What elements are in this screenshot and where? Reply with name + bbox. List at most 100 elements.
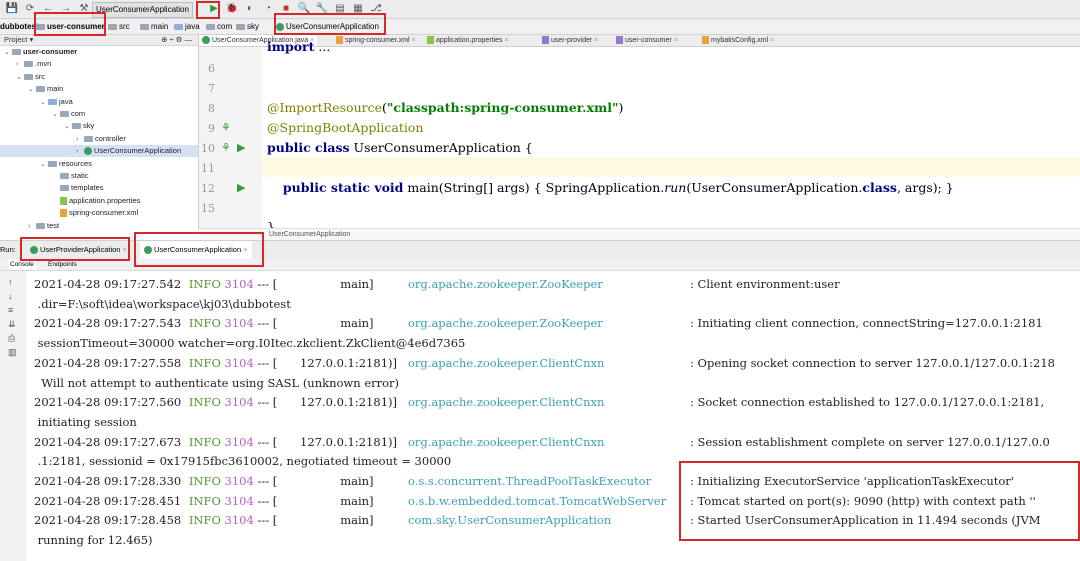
breadcrumb-item[interactable]: java	[174, 19, 200, 34]
tree-item[interactable]: spring-consumer.xml	[0, 207, 198, 219]
tree-item-label: UserConsumerApplication	[94, 146, 182, 156]
chevron-down-icon[interactable]: ⌄	[16, 72, 24, 84]
code-line[interactable]: @SpringBootApplication	[267, 120, 423, 135]
editor-tab[interactable]: user-provider ×	[539, 35, 601, 46]
log-message: : Initiating client connection, connectS…	[690, 316, 1043, 331]
bean-icon[interactable]: ⚘	[221, 121, 231, 134]
log-pid: 3104	[224, 316, 254, 331]
chevron-right-icon[interactable]: ›	[28, 221, 36, 233]
hide-icon[interactable]: —	[185, 35, 193, 44]
editor-tab[interactable]: spring-consumer.xml ×	[333, 35, 419, 46]
log-continuation: initiating session	[34, 414, 137, 429]
editor-tab[interactable]: application.properties ×	[424, 35, 512, 46]
chevron-down-icon[interactable]: ⌄	[4, 47, 12, 59]
close-icon[interactable]: ×	[410, 37, 416, 44]
chevron-down-icon[interactable]: ⌄	[52, 109, 60, 121]
breadcrumb-item[interactable]: sky	[236, 19, 259, 34]
editor-breadcrumb[interactable]: UserConsumerApplication	[199, 228, 1080, 240]
log-timestamp: 2021-04-28 09:17:27.560	[34, 395, 182, 410]
gear-icon[interactable]: ⚙	[176, 35, 183, 44]
locate-icon[interactable]: ⊕	[161, 35, 167, 44]
log-logger: org.apache.zookeeper.ClientCnxn	[408, 434, 605, 449]
tree-item[interactable]: static	[0, 170, 198, 182]
project-panel-header[interactable]: Project ▾ ⊕ ÷ ⚙ —	[0, 35, 198, 46]
log-thread: main]	[300, 277, 374, 291]
tree-item[interactable]: › test	[0, 220, 198, 232]
console-line: initiating session	[34, 415, 137, 429]
profile-icon[interactable]: ◔	[261, 2, 275, 16]
close-icon[interactable]: ×	[503, 37, 508, 44]
bean-icon[interactable]: ⚘	[221, 141, 231, 154]
tree-item[interactable]: ⌄ main	[0, 83, 198, 95]
code-editor[interactable]: import ... 6 7 8 @ImportResource("classpath:…	[199, 39, 1080, 234]
tree-item[interactable]: ⌄ sky	[0, 120, 198, 132]
highlight-box-user-consumer	[34, 12, 106, 36]
log-timestamp: 2021-04-28 09:17:28.458	[34, 513, 182, 528]
up-arrow-icon[interactable]: ↑	[8, 277, 13, 287]
log-thread: 127.0.0.1:2181)]	[300, 355, 397, 370]
chevron-down-icon[interactable]: ⌄	[28, 84, 36, 96]
breadcrumb-item[interactable]: main	[140, 19, 168, 34]
save-icon[interactable]: 💾	[5, 2, 19, 16]
console-line: 2021-04-28 09:17:27.543 INFO 3104 --- [ …	[34, 316, 1043, 331]
run-label: Run:	[0, 245, 16, 254]
project-panel-title[interactable]: Project	[4, 35, 27, 44]
tree-item-label: application.properties	[69, 195, 141, 205]
debug-icon[interactable]: 🐞	[225, 2, 239, 16]
log-pid: 3104	[224, 355, 254, 370]
dropdown-icon[interactable]: ▾	[29, 35, 33, 44]
main-toolbar: 💾 ⟳ ← → ⚒ UserConsumerApplication ▶ 🐞 ◐ ◔ ■ 🔍 🔧 ▤ ▦ ⎇	[0, 0, 1080, 19]
log-level: INFO	[188, 277, 221, 291]
tree-item[interactable]: ⌄ user-consumer	[0, 46, 198, 58]
tree-item[interactable]: ⌄ resources	[0, 158, 198, 170]
line-number: 11	[201, 162, 215, 175]
run-configuration-dropdown[interactable]: UserConsumerApplication	[92, 2, 193, 18]
run-gutter-icon[interactable]: ▶	[237, 141, 245, 154]
log-pid: 3104	[224, 395, 254, 410]
clear-icon[interactable]: ▥	[8, 347, 17, 358]
log-pid: 3104	[224, 277, 254, 291]
tree-item[interactable]: templates	[0, 182, 198, 194]
soft-wrap-icon[interactable]: ≡	[8, 305, 13, 315]
folder-icon	[174, 23, 183, 30]
chevron-down-icon[interactable]: ⌄	[40, 97, 48, 109]
class-icon	[202, 36, 210, 45]
tree-item[interactable]: ⌄ java	[0, 96, 198, 108]
run-gutter-icon[interactable]: ▶	[237, 181, 245, 194]
print-icon[interactable]: ⎙	[8, 333, 15, 344]
editor-tab[interactable]: user-consumer ×	[613, 35, 681, 46]
breadcrumb-item[interactable]: dubbotest	[0, 19, 39, 34]
code-line[interactable]: import ...	[267, 39, 330, 54]
highlight-box-run-button	[196, 1, 220, 19]
tree-item[interactable]: › controller	[0, 133, 198, 145]
tree-item[interactable]: ⌄ src	[0, 71, 198, 83]
coverage-icon[interactable]: ◐	[243, 2, 257, 16]
close-icon[interactable]: ×	[592, 37, 598, 44]
folder-icon	[72, 123, 81, 130]
log-logger: o.s.s.concurrent.ThreadPoolTaskExecutor	[408, 474, 652, 488]
tree-item[interactable]: › .mvn	[0, 58, 198, 70]
code-line[interactable]: public static void main(String[] args) {…	[267, 180, 954, 195]
tree-item[interactable]: application.properties	[0, 195, 198, 207]
scroll-to-end-icon[interactable]: ⇊	[8, 319, 16, 330]
folder-icon	[108, 23, 117, 30]
breadcrumb-item[interactable]: src	[108, 19, 130, 34]
log-timestamp: 2021-04-28 09:17:27.558	[34, 355, 182, 370]
chevron-right-icon[interactable]: ›	[16, 59, 24, 71]
down-arrow-icon[interactable]: ↓	[8, 291, 13, 301]
code-line[interactable]: public class UserConsumerApplication {	[267, 140, 533, 155]
close-icon[interactable]: ×	[768, 37, 774, 44]
collapse-icon[interactable]: ÷	[169, 35, 173, 44]
tree-item[interactable]: › UserConsumerApplication	[0, 145, 198, 158]
editor-tab-label: user-consumer	[625, 37, 672, 44]
chevron-right-icon[interactable]: ›	[76, 134, 84, 146]
close-icon[interactable]: ×	[672, 37, 678, 44]
chevron-right-icon[interactable]: ›	[76, 146, 84, 158]
breadcrumb-item[interactable]: com	[206, 19, 232, 34]
class-icon	[84, 147, 92, 156]
chevron-down-icon[interactable]: ⌄	[64, 121, 72, 133]
editor-tab[interactable]: mybatisConfig.xml ×	[699, 35, 777, 46]
code-line[interactable]: @ImportResource("classpath:spring-consum…	[267, 100, 623, 115]
tree-item[interactable]: ⌄ com	[0, 108, 198, 120]
chevron-down-icon[interactable]: ⌄	[40, 159, 48, 171]
